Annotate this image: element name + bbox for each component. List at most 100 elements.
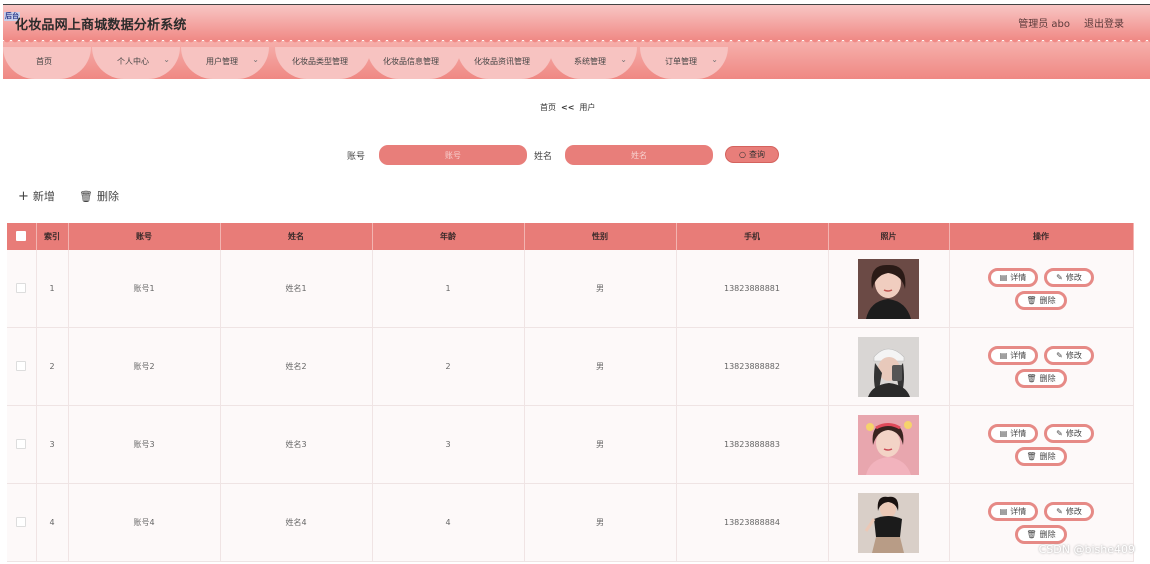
nav-item-home[interactable]: 首页 [3, 47, 91, 79]
chevron-down-icon: ⌄ [252, 55, 259, 64]
chevron-down-icon: ⌄ [163, 55, 170, 64]
document-icon: ▤ [999, 272, 1008, 282]
cell-gender: 男 [524, 250, 677, 328]
nav-item-label: 首页 [36, 57, 52, 66]
delete-button[interactable]: 🗑 删除 [1015, 524, 1067, 544]
delete-button[interactable]: 🗑 删除 [1015, 290, 1067, 310]
delete-button-label: 删除 [1039, 451, 1056, 461]
user-photo [858, 258, 919, 319]
cell-gender: 男 [524, 327, 677, 406]
detail-button[interactable]: ▤ 详情 [988, 423, 1038, 443]
user-photo [858, 336, 919, 397]
nav-item-cosmetic-info-management[interactable]: 化妆品信息管理 [367, 47, 461, 79]
breadcrumb-separator: << [561, 103, 575, 112]
query-button-label: 查询 [748, 150, 765, 159]
column-header-photo: 照片 [828, 223, 950, 250]
search-icon: ○ [739, 150, 746, 159]
table-row: 2 账号2 姓名2 2 男 13823888882 ▤ 详情 ✎ 修改 🗑 删除 [7, 327, 1134, 406]
trash-icon: 🗑 [1026, 373, 1037, 383]
cell-actions: ▤ 详情 ✎ 修改 🗑 删除 [949, 327, 1134, 406]
nav-item-cosmetic-news-management[interactable]: 化妆品资讯管理 [457, 47, 553, 79]
nav-item-order-management[interactable]: 订单管理 ⌄ [640, 47, 728, 79]
cell-account: 账号2 [68, 327, 221, 406]
add-button[interactable]: + 新增 [18, 188, 55, 204]
cell-photo [828, 250, 950, 328]
edit-button-label: 修改 [1065, 350, 1082, 360]
detail-button-label: 详情 [1010, 428, 1027, 438]
row-checkbox[interactable] [16, 360, 27, 371]
column-header-age[interactable]: 年龄 [372, 223, 525, 250]
row-checkbox[interactable] [16, 516, 27, 527]
cell-account: 账号4 [68, 483, 221, 562]
nav-item-system-management[interactable]: 系统管理 ⌄ [549, 47, 637, 79]
nav-item-label: 化妆品类型管理 [292, 57, 348, 66]
select-all-checkbox[interactable] [16, 230, 27, 241]
table-row: 3 账号3 姓名3 3 男 13823888883 ▤ 详情 ✎ 修改 🗑 删除 [7, 405, 1134, 484]
row-checkbox[interactable] [16, 282, 27, 293]
detail-button[interactable]: ▤ 详情 [988, 267, 1038, 287]
nav-item-label: 个人中心 [117, 57, 149, 66]
edit-button-label: 修改 [1065, 428, 1082, 438]
admin-label: 管理员 abo [1018, 19, 1070, 30]
pencil-icon: ✎ [1056, 350, 1063, 360]
edit-button[interactable]: ✎ 修改 [1044, 501, 1094, 521]
edit-button[interactable]: ✎ 修改 [1044, 345, 1094, 365]
cell-actions: ▤ 详情 ✎ 修改 🗑 删除 [949, 250, 1134, 328]
breadcrumb-current: 用户 [579, 103, 596, 112]
detail-button[interactable]: ▤ 详情 [988, 501, 1038, 521]
row-checkbox[interactable] [16, 438, 27, 449]
name-search-input[interactable] [565, 145, 713, 165]
pencil-icon: ✎ [1056, 428, 1063, 438]
query-button[interactable]: ○ 查询 [725, 146, 779, 163]
nav-item-label: 用户管理 [206, 57, 238, 66]
add-button-label: 新增 [32, 190, 55, 203]
cell-gender: 男 [524, 483, 677, 562]
detail-button-label: 详情 [1010, 506, 1027, 516]
breadcrumb: 首页 << 用户 [540, 102, 595, 113]
column-header-actions: 操作 [949, 223, 1134, 250]
chevron-down-icon: ⌄ [620, 55, 627, 64]
nav-item-personal-center[interactable]: 个人中心 ⌄ [92, 47, 180, 79]
breadcrumb-home[interactable]: 首页 [540, 103, 556, 112]
user-photo [858, 414, 919, 475]
trash-icon: 🗑 [1026, 295, 1037, 305]
cell-gender: 男 [524, 405, 677, 484]
cell-name: 姓名3 [220, 405, 373, 484]
delete-button-label: 删除 [1039, 529, 1056, 539]
column-header-gender: 性别 [524, 223, 677, 250]
logout-link[interactable]: 退出登录 [1084, 15, 1124, 30]
delete-button[interactable]: 🗑 删除 [1015, 368, 1067, 388]
cell-age: 1 [372, 250, 525, 328]
delete-button[interactable]: 🗑 删除 [1015, 446, 1067, 466]
trash-icon: 🗑 [79, 189, 93, 203]
detail-button[interactable]: ▤ 详情 [988, 345, 1038, 365]
edit-button-label: 修改 [1065, 506, 1082, 516]
batch-delete-label: 删除 [96, 190, 119, 203]
cell-phone: 13823888884 [676, 483, 829, 562]
cell-photo [828, 483, 950, 562]
table-row: 4 账号4 姓名4 4 男 13823888884 ▤ 详情 ✎ 修改 🗑 删除 [7, 483, 1134, 562]
cell-phone: 13823888881 [676, 250, 829, 328]
document-icon: ▤ [999, 428, 1008, 438]
edit-button[interactable]: ✎ 修改 [1044, 423, 1094, 443]
cell-actions: ▤ 详情 ✎ 修改 🗑 删除 [949, 405, 1134, 484]
select-all-cell [7, 223, 37, 250]
table-row: 1 账号1 姓名1 1 男 13823888881 ▤ 详情 ✎ 修改 🗑 删除 [7, 250, 1134, 328]
nav-item-cosmetic-type-management[interactable]: 化妆品类型管理 [275, 47, 371, 79]
user-table: 索引 账号 姓名 年龄 性别 手机 照片 操作 1 账号1 姓名1 1 男 13… [7, 223, 1134, 562]
nav-item-label: 系统管理 [574, 57, 606, 66]
batch-delete-button[interactable]: 🗑 删除 [79, 188, 119, 204]
edit-button[interactable]: ✎ 修改 [1044, 267, 1094, 287]
pencil-icon: ✎ [1056, 272, 1063, 282]
trash-icon: 🗑 [1026, 529, 1037, 539]
cell-index: 3 [36, 405, 69, 484]
cell-index: 2 [36, 327, 69, 406]
plus-icon: + [18, 188, 29, 204]
nav-item-user-management[interactable]: 用户管理 ⌄ [181, 47, 269, 79]
cell-phone: 13823888883 [676, 405, 829, 484]
chevron-down-icon: ⌄ [711, 55, 718, 64]
cell-photo [828, 327, 950, 406]
account-search-input[interactable] [379, 145, 527, 165]
edit-button-label: 修改 [1065, 272, 1082, 282]
nav-item-label: 订单管理 [665, 57, 697, 66]
